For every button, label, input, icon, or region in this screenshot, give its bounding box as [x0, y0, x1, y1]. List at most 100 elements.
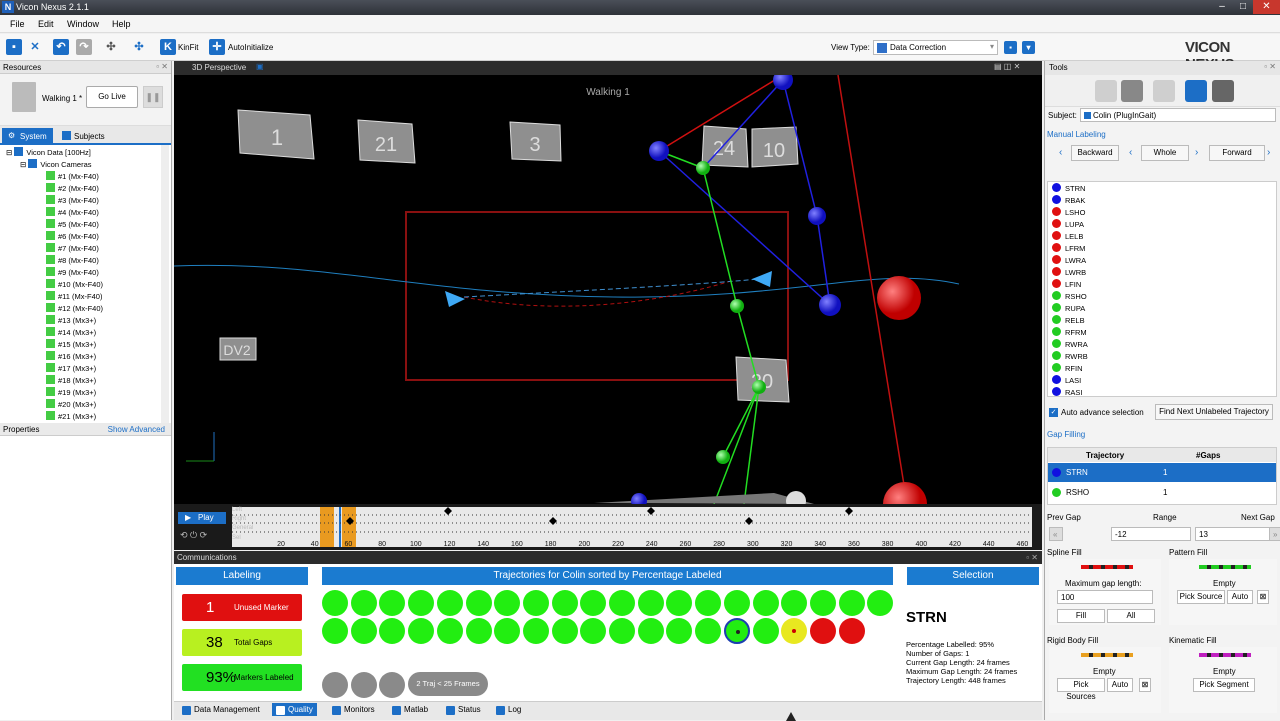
kinfit-button[interactable]: KinFit — [178, 43, 198, 52]
whole-button[interactable]: Whole — [1141, 145, 1189, 161]
tree-camera-item[interactable]: #12 (Mx-F40) — [46, 303, 103, 315]
tree-camera-item[interactable]: #8 (Mx-F40) — [46, 255, 99, 267]
marker-green[interactable] — [716, 450, 730, 464]
trajectory-dot[interactable] — [838, 590, 865, 616]
tree-expand-icon[interactable]: ⊟ — [6, 148, 12, 157]
label-tool-icon[interactable] — [1185, 80, 1207, 102]
trajectory-dot[interactable] — [752, 618, 779, 644]
autoinit-button[interactable]: AutoInitialize — [228, 43, 273, 52]
range-from-input[interactable]: -12 — [1111, 527, 1191, 541]
backward-button[interactable]: Backward — [1071, 145, 1119, 161]
gap-table-row[interactable]: STRN 1 — [1048, 463, 1276, 482]
clear-icon[interactable]: ⊠ — [1139, 678, 1151, 692]
tree-cameras-group[interactable]: ⊟ Vicon Cameras — [20, 159, 92, 171]
trajectory-dot[interactable] — [408, 590, 435, 616]
marker-list-item[interactable]: RELB — [1052, 315, 1085, 327]
marker-green[interactable] — [696, 161, 710, 175]
trajectory-dot[interactable] — [580, 590, 607, 616]
tree-camera-item[interactable]: #16 (Mx3+) — [46, 351, 96, 363]
camera-dv2[interactable]: DV2 — [219, 337, 257, 361]
trajectory-dot[interactable] — [781, 590, 808, 616]
trajectory-dot[interactable] — [666, 590, 693, 616]
marker-list-item[interactable]: LWRA — [1052, 255, 1086, 267]
tree-camera-item[interactable]: #7 (Mx-F40) — [46, 243, 99, 255]
chevron-left-icon[interactable]: ‹ — [1129, 147, 1132, 158]
auto-advance-checkbox[interactable]: ✓ — [1049, 408, 1058, 417]
trajectory-dot[interactable] — [637, 590, 664, 616]
view-options-icon[interactable]: ▣ — [256, 62, 264, 71]
trajectory-dot[interactable] — [522, 590, 549, 616]
tree-camera-item[interactable]: #13 (Mx3+) — [46, 315, 96, 327]
camera-10[interactable]: 10 — [751, 126, 799, 168]
trajectory-dot[interactable] — [494, 590, 521, 616]
trajectory-dot[interactable] — [867, 590, 894, 616]
marker-list-item[interactable]: RFRM — [1052, 327, 1087, 339]
trajectory-dot-error[interactable] — [809, 618, 836, 644]
view-menu-icon[interactable]: ▾ — [1022, 41, 1035, 54]
pick-sources-button[interactable]: Pick Sources — [1057, 678, 1105, 701]
marker-list-item[interactable]: LFRM — [1052, 243, 1085, 255]
go-live-button[interactable]: Go Live — [86, 86, 138, 108]
tab-log[interactable]: Log — [494, 705, 521, 715]
marker-list-item[interactable]: RUPA — [1052, 303, 1085, 315]
pattern-auto-button[interactable]: Auto — [1227, 590, 1253, 604]
marker-list-item[interactable]: LELB — [1052, 231, 1083, 243]
spline-fill-button[interactable]: Fill — [1057, 609, 1105, 623]
trajectory-dot-short[interactable] — [350, 672, 377, 698]
tree-expand-icon[interactable]: ⊟ — [20, 160, 26, 169]
skeleton-tool-icon[interactable]: ✣ — [103, 39, 119, 55]
trajectory-dot[interactable] — [322, 618, 348, 644]
stat-total-gaps[interactable]: 38 Total Gaps — [182, 629, 302, 656]
trajectory-dot-warning[interactable] — [781, 618, 808, 644]
marker-list-item[interactable]: LFIN — [1052, 279, 1081, 291]
marker-list-item[interactable]: LSHO — [1052, 207, 1085, 219]
gap-table-row[interactable]: RSHO 1 — [1048, 483, 1276, 502]
trajectory-dot-short[interactable] — [322, 672, 348, 698]
marker-blue[interactable] — [631, 493, 647, 504]
trajectory-dot[interactable] — [580, 618, 607, 644]
tree-root[interactable]: ⊟ Vicon Data [100Hz] — [6, 147, 91, 159]
max-gap-input[interactable]: 100 — [1057, 590, 1153, 604]
trajectory-dot[interactable] — [609, 590, 635, 616]
capture-icon[interactable] — [1153, 80, 1175, 102]
chevron-right-icon[interactable]: › — [1195, 147, 1198, 158]
trajectory-dot[interactable] — [695, 590, 722, 616]
trajectory-dot[interactable] — [752, 590, 779, 616]
marker-list-item[interactable]: RFIN — [1052, 363, 1083, 375]
trajectory-dot[interactable] — [666, 618, 693, 644]
tree-camera-item[interactable]: #11 (Mx-F40) — [46, 291, 102, 303]
panel-close-icon[interactable]: ▫ ✕ — [1026, 553, 1038, 562]
marker-red[interactable] — [883, 482, 927, 504]
range-to-input[interactable]: 13 — [1195, 527, 1275, 541]
menu-window[interactable]: Window — [67, 19, 99, 29]
redo-icon[interactable]: ↷ — [76, 39, 92, 55]
kinfit-icon[interactable]: K — [160, 39, 176, 55]
trajectory-dot[interactable] — [465, 618, 492, 644]
tree-camera-item[interactable]: #5 (Mx-F40) — [46, 219, 99, 231]
undo-icon[interactable]: ↶ — [53, 39, 69, 55]
tree-camera-item[interactable]: #20 (Mx3+) — [46, 399, 96, 411]
settings-gear-icon[interactable] — [1212, 80, 1234, 102]
trajectory-dot[interactable] — [551, 618, 578, 644]
chevron-right-icon[interactable]: › — [1267, 147, 1270, 158]
view-type-select[interactable]: Data Correction ▾ — [873, 40, 998, 55]
marker-list-item[interactable]: RSHO — [1052, 291, 1087, 303]
forward-button[interactable]: Forward — [1209, 145, 1265, 161]
marker-list-item[interactable]: RASI — [1052, 387, 1083, 396]
close-window-button[interactable]: ✕ — [1253, 0, 1280, 14]
subject-select[interactable]: Colin (PlugInGait) — [1080, 108, 1276, 122]
tree-camera-item[interactable]: #2 (Mx-F40) — [46, 183, 99, 195]
tree-camera-item[interactable]: #19 (Mx3+) — [46, 387, 96, 399]
pick-source-button[interactable]: Pick Source — [1177, 590, 1225, 604]
trajectory-dot[interactable] — [609, 618, 635, 644]
trajectory-dot[interactable] — [522, 618, 549, 644]
rigid-auto-button[interactable]: Auto — [1107, 678, 1133, 692]
marker-list-item[interactable]: STRN — [1052, 183, 1085, 195]
trajectory-dot[interactable] — [637, 618, 664, 644]
tab-data-management[interactable]: Data Management — [180, 705, 260, 715]
tree-camera-item[interactable]: #4 (Mx-F40) — [46, 207, 99, 219]
trajectory-dot-error[interactable] — [838, 618, 865, 644]
tree-camera-item[interactable]: #6 (Mx-F40) — [46, 231, 99, 243]
marker-blue[interactable] — [819, 294, 841, 316]
trajectory-dot[interactable] — [379, 618, 406, 644]
